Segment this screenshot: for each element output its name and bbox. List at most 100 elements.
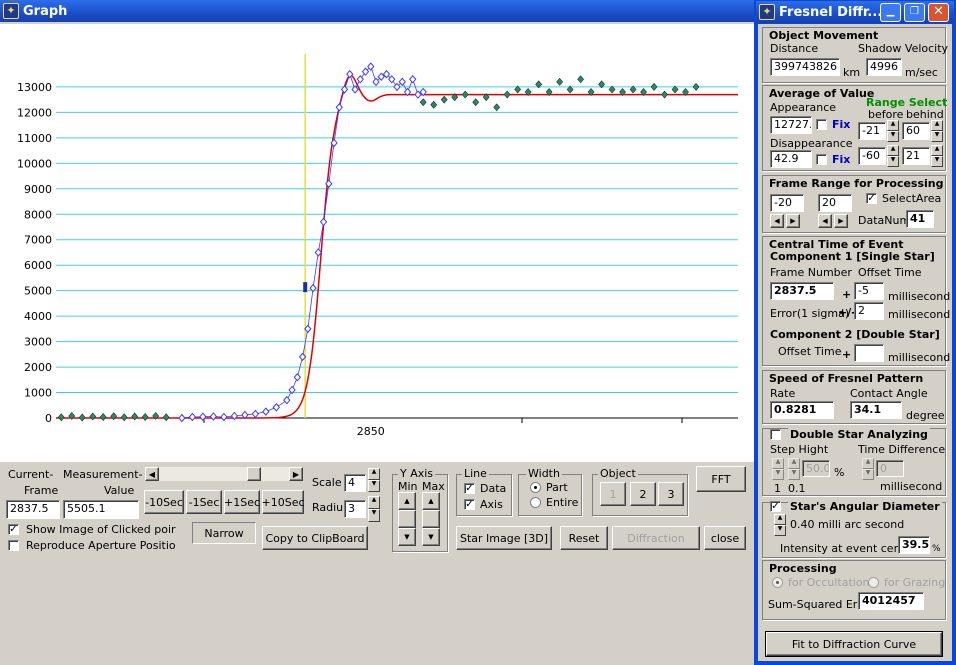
data-point [293,372,301,382]
distance-field[interactable]: 399743826 [770,58,840,76]
frame-field[interactable]: 2837.5 [6,500,60,519]
frame-from-field[interactable]: -20 [770,194,804,212]
data-point [209,412,218,421]
data-point [409,75,417,84]
ymax-down-button[interactable]: ▼ [422,528,440,546]
offset2-field[interactable] [854,344,884,362]
offset-field[interactable]: -5 [854,282,884,300]
ymax-mid-button[interactable] [422,510,440,528]
measurement-field[interactable]: 5505.1 [63,500,139,519]
scroll-right-icon[interactable]: ▶ [289,467,303,481]
reset-button[interactable]: Reset [560,526,608,550]
minimize-icon[interactable]: ▁ [880,3,901,22]
ymin-up-button[interactable]: ▲ [398,492,416,510]
appearance-fix-checkbox[interactable] [816,119,827,130]
millisecond-label-3: millisecond [888,351,951,364]
frame-number-field[interactable]: 2837.5 [770,282,834,300]
angular-spinner[interactable]: ▲ ▼ [774,514,786,536]
app-before-spinner[interactable]: ▲ ▼ [887,120,899,142]
minus-10sec-button[interactable]: -10Sec [144,490,184,514]
fft-button[interactable]: FFT [696,466,746,492]
close-button[interactable]: close [704,526,746,550]
sse-field[interactable]: 4012457 [858,592,924,610]
axis-checkbox[interactable]: ✓ [464,499,475,510]
radius-spinner[interactable]: ▲ ▼ [368,496,380,522]
light-curve-chart[interactable]: 0 1000 2000 3000 4000 5000 6000 7000 8000 9000 100… [0,24,754,462]
to-right-icon[interactable]: ▶ [834,214,848,228]
intensity-field[interactable]: 39.5 [898,536,930,554]
part-radio[interactable] [530,482,541,493]
plus-1sec-button[interactable]: +1Sec [224,490,260,514]
fit-diffraction-button[interactable]: Fit to Diffraction Curve [765,631,943,657]
dis-behind-spinner[interactable]: ▲ ▼ [931,145,943,167]
step-spinner-2[interactable]: ▲ ▼ [788,458,800,480]
dis-behind-field[interactable]: 21 [902,147,930,165]
object-2-button[interactable]: 2 [630,482,656,506]
averaged-point [503,90,511,99]
app-behind-spinner[interactable]: ▲ ▼ [931,120,943,142]
ymax-up-button[interactable]: ▲ [422,492,440,510]
scroll-thumb[interactable] [247,467,261,481]
error-field[interactable]: 2 [854,302,884,320]
angular-checkbox[interactable]: ✓ [770,501,781,512]
rate-field[interactable]: 0.8281 [770,401,834,419]
data-point [272,403,280,412]
disappearance-field[interactable]: 42.9 [770,150,812,168]
plot-area[interactable]: 0 1000 2000 3000 4000 5000 6000 7000 8000 9000 100… [0,24,754,462]
show-image-checkbox[interactable]: ✓ [8,524,19,535]
plus-label-2: + [842,348,852,361]
graph-titlebar[interactable]: ✦ Graph [0,0,754,22]
diffraction-button[interactable]: Diffraction [612,526,700,550]
ymin-down-button[interactable]: ▼ [398,528,416,546]
time-diff-field[interactable]: 0 [876,460,904,477]
reproduce-label: Reproduce Aperture Positio [26,539,176,552]
scale-spinner[interactable]: ▲ ▼ [368,468,380,492]
grazing-radio[interactable] [868,577,879,588]
step-hight-field[interactable]: 50.0 [802,460,830,477]
entire-radio[interactable] [530,497,541,508]
to-left-icon[interactable]: ◀ [818,214,832,228]
frame-to-field[interactable]: 20 [818,194,852,212]
shadow-velocity-field[interactable]: 4996 [866,58,902,76]
dis-before-field[interactable]: -60 [858,147,886,165]
width-label: Width [526,467,562,480]
step-spinner-1[interactable]: ▲ ▼ [772,458,784,480]
y-tick-label: 3000 [24,336,52,349]
selected-point-marker [303,282,308,293]
minus-1sec-button[interactable]: -1Sec [186,490,222,514]
data-checkbox[interactable]: ✓ [464,483,475,494]
app-before-field[interactable]: -21 [858,122,886,140]
select-area-checkbox[interactable]: ✓ [866,193,877,204]
datanum-field[interactable]: 41 [906,210,934,228]
scale-field[interactable]: 4 [344,474,366,492]
intensity-pct-label: % [932,544,941,554]
scroll-left-icon[interactable]: ◀ [145,467,159,481]
dis-before-spinner[interactable]: ▲ ▼ [887,145,899,167]
radius-field[interactable]: 3 [344,500,366,518]
averaged-point [141,413,149,421]
double-star-checkbox[interactable] [770,429,781,440]
data-point [199,412,207,421]
frame-label: Frame [24,484,59,497]
ymin-mid-button[interactable] [398,510,416,528]
copy-clipboard-button[interactable]: Copy to ClipBoard [262,526,368,550]
time-diff-spinner[interactable]: ▲ ▼ [862,458,874,480]
from-left-icon[interactable]: ◀ [770,214,784,228]
object-1-button[interactable]: 1 [600,482,626,506]
object-3-button[interactable]: 3 [658,482,684,506]
contact-angle-field[interactable]: 34.1 [850,401,902,419]
close-window-icon[interactable]: ✕ [928,3,949,22]
maximize-icon[interactable]: ❐ [904,3,925,22]
averaged-point [650,82,658,91]
appearance-field[interactable]: 12727. [770,116,812,134]
occultation-radio[interactable] [772,577,783,588]
reproduce-checkbox[interactable] [8,540,19,551]
averaged-point [162,413,170,422]
disappearance-fix-checkbox[interactable] [816,154,827,165]
star-image-button[interactable]: Star Image [3D] [456,526,552,550]
data-point [283,395,291,405]
frame-scrollbar[interactable]: ◀ ▶ [144,466,304,482]
app-behind-field[interactable]: 60 [902,122,930,140]
plus-10sec-button[interactable]: +10Sec [262,490,305,514]
from-right-icon[interactable]: ▶ [786,214,800,228]
